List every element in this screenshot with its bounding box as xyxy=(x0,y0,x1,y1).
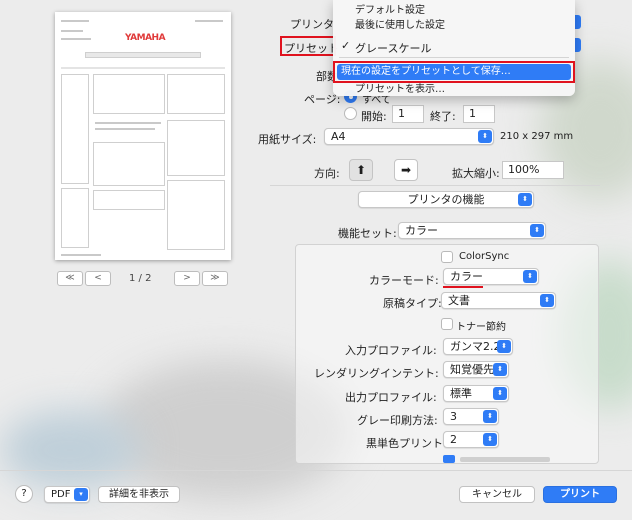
feature-set-popup[interactable]: カラー ⬍ xyxy=(398,222,546,239)
paper-size-popup[interactable]: A4 ⬍ xyxy=(324,128,494,145)
scale-input[interactable]: 100% xyxy=(502,161,564,179)
input-profile-value: ガンマ2.2 xyxy=(450,340,501,353)
orientation-label: 方向: xyxy=(314,167,340,180)
rendering-intent-popup[interactable]: 知覚優先 ⬍ xyxy=(443,361,509,378)
chevron-updown-icon: ⬍ xyxy=(518,193,532,206)
page-indicator: 1 / 2 xyxy=(129,273,152,284)
color-mode-popup[interactable]: カラー ⬍ xyxy=(443,268,539,285)
chevron-updown-icon: ⬍ xyxy=(493,363,507,376)
printer-label: プリンタ xyxy=(290,18,334,31)
menu-item-last-used[interactable]: 最後に使用した設定 xyxy=(355,16,445,31)
prev-page-button[interactable]: < xyxy=(85,271,111,286)
black-print-value: 2 xyxy=(450,433,457,446)
output-profile-value: 標準 xyxy=(450,387,472,400)
paper-size-value: A4 xyxy=(331,130,346,143)
original-type-value: 文書 xyxy=(448,294,470,307)
output-profile-popup[interactable]: 標準 ⬍ xyxy=(443,385,509,402)
first-page-button[interactable]: ≪ xyxy=(57,271,83,286)
print-button[interactable]: プリント xyxy=(543,486,617,503)
color-mode-value: カラー xyxy=(450,270,483,283)
pages-from-label: 開始: xyxy=(361,110,387,123)
next-page-button[interactable]: > xyxy=(174,271,200,286)
menu-check-icon: ✓ xyxy=(341,39,351,52)
section-popup[interactable]: プリンタの機能 ⬍ xyxy=(358,191,534,208)
pages-to-label: 終了: xyxy=(430,110,456,123)
paper-size-label: 用紙サイズ: xyxy=(258,133,317,146)
colorsync-checkbox[interactable] xyxy=(441,251,453,263)
rendering-intent-label: レンダリングインテント: xyxy=(314,367,439,380)
feature-set-label: 機能セット: xyxy=(338,227,397,240)
chevron-updown-icon: ⬍ xyxy=(483,433,497,446)
help-button[interactable]: ? xyxy=(15,485,33,503)
pdf-menu-button[interactable]: PDF ▾ xyxy=(44,486,90,503)
portrait-icon: ⬆ xyxy=(355,163,367,177)
pdf-label: PDF xyxy=(51,489,71,500)
portrait-orientation-button[interactable]: ⬆ xyxy=(349,159,373,181)
color-mode-underline xyxy=(443,286,483,288)
panel-scroll-edge xyxy=(443,455,455,463)
chevron-updown-icon: ⬍ xyxy=(478,130,492,143)
last-page-button[interactable]: ≫ xyxy=(202,271,228,286)
preview-logo: YAMAHA xyxy=(125,33,166,43)
gray-method-value: 3 xyxy=(450,410,457,423)
chevron-down-icon: ▾ xyxy=(74,488,88,501)
black-print-popup[interactable]: 2 ⬍ xyxy=(443,431,499,448)
colorsync-label: ColorSync xyxy=(459,251,510,262)
feature-set-value: カラー xyxy=(405,224,438,237)
output-profile-label: 出力プロファイル: xyxy=(345,391,437,404)
print-preview: YAMAHA xyxy=(55,12,231,260)
landscape-orientation-button[interactable]: ➡ xyxy=(394,159,418,181)
gray-method-label: グレー印刷方法: xyxy=(357,414,438,427)
color-mode-label: カラーモード: xyxy=(369,274,439,287)
chevron-updown-icon: ⬍ xyxy=(493,387,507,400)
original-type-label: 原稿タイプ: xyxy=(383,297,442,310)
input-profile-popup[interactable]: ガンマ2.2 ⬍ xyxy=(443,338,513,355)
bottom-divider xyxy=(0,470,632,471)
toner-save-label: トナー節約 xyxy=(456,322,506,333)
chevron-updown-icon: ⬍ xyxy=(497,340,511,353)
section-divider xyxy=(270,185,600,186)
chevron-updown-icon: ⬍ xyxy=(540,294,554,307)
preset-annotation-box xyxy=(280,36,336,56)
section-popup-value: プリンタの機能 xyxy=(407,193,485,206)
pages-from-input[interactable]: 1 xyxy=(392,105,424,123)
cancel-button[interactable]: キャンセル xyxy=(459,486,535,503)
paper-dimensions: 210 x 297 mm xyxy=(500,131,574,142)
hide-details-button[interactable]: 詳細を非表示 xyxy=(98,486,180,503)
input-profile-label: 入力プロファイル: xyxy=(345,344,437,357)
rendering-intent-value: 知覚優先 xyxy=(450,363,494,376)
gray-method-popup[interactable]: 3 ⬍ xyxy=(443,408,499,425)
landscape-icon: ➡ xyxy=(400,163,412,177)
menu-item-grayscale[interactable]: グレースケール xyxy=(355,40,431,56)
toner-save-checkbox[interactable] xyxy=(441,318,453,330)
help-icon: ? xyxy=(21,488,27,499)
save-preset-annotation-box xyxy=(333,61,575,83)
pages-range-radio[interactable] xyxy=(344,107,357,120)
chevron-updown-icon: ⬍ xyxy=(523,270,537,283)
chevron-updown-icon: ⬍ xyxy=(483,410,497,423)
original-type-popup[interactable]: 文書 ⬍ xyxy=(441,292,556,309)
black-print-label: 黒単色プリント: xyxy=(366,437,447,450)
menu-item-default[interactable]: デフォルト設定 xyxy=(355,1,425,16)
scale-label: 拡大縮小: xyxy=(452,167,500,180)
pages-to-input[interactable]: 1 xyxy=(463,105,495,123)
chevron-updown-icon: ⬍ xyxy=(530,224,544,237)
